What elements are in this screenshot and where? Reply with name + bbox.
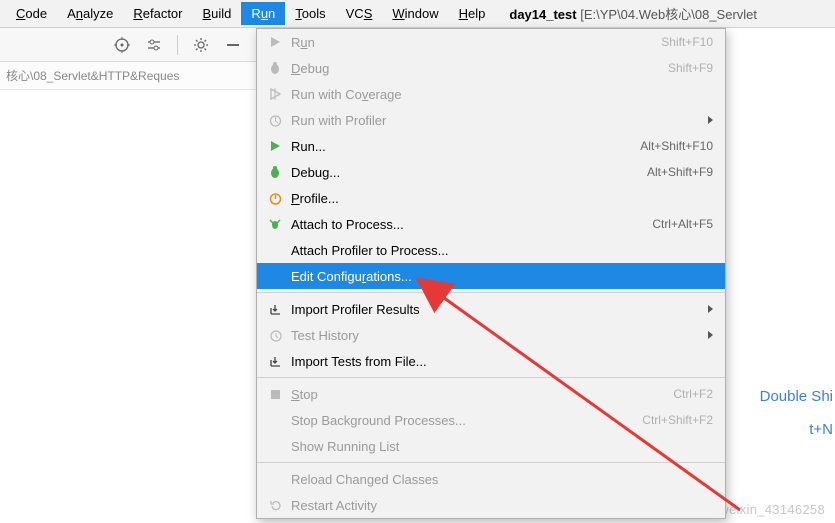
menu-build[interactable]: Build (193, 2, 242, 25)
menu-separator (257, 292, 725, 293)
profiler-icon (265, 112, 285, 128)
target-icon[interactable] (109, 33, 135, 57)
menu-attach-process[interactable]: Attach to Process... Ctrl+Alt+F5 (257, 211, 725, 237)
attach-icon (265, 216, 285, 232)
menu-stop-bg[interactable]: Stop Background Processes... Ctrl+Shift+… (257, 407, 725, 433)
chevron-right-icon (708, 305, 713, 313)
menu-run[interactable]: Run (241, 2, 285, 25)
coverage-icon (265, 86, 285, 102)
hint-shortcut: t+N (760, 413, 833, 446)
bug-icon (265, 60, 285, 76)
profile-icon (265, 190, 285, 206)
menu-refactor[interactable]: Refactor (123, 2, 192, 25)
restart-icon (265, 497, 285, 513)
import-icon (265, 353, 285, 369)
stop-icon (265, 386, 285, 402)
menu-run-profiler[interactable]: Run with Profiler (257, 107, 725, 133)
menu-attach-profiler[interactable]: Attach Profiler to Process... (257, 237, 725, 263)
menu-analyze[interactable]: Analyze (57, 2, 123, 25)
run-menu-dropdown: Run Shift+F10 Debug Shift+F9 Run with Co… (256, 28, 726, 519)
menu-profile[interactable]: Profile... (257, 185, 725, 211)
menu-test-history[interactable]: Test History (257, 322, 725, 348)
menu-debug-last[interactable]: Debug Shift+F9 (257, 55, 725, 81)
history-icon (265, 327, 285, 343)
menu-help[interactable]: Help (449, 2, 496, 25)
hint-double-shift: Double Shi (760, 380, 833, 413)
play-icon (265, 34, 285, 50)
settings-toggle-icon[interactable] (141, 33, 167, 57)
menu-restart-activity[interactable]: Restart Activity (257, 492, 725, 518)
collapse-icon[interactable] (220, 33, 246, 57)
menu-edit-configurations[interactable]: Edit Configurations... (257, 263, 725, 289)
play-green-icon (265, 138, 285, 154)
menu-separator (257, 462, 725, 463)
chevron-right-icon (708, 331, 713, 339)
menu-code[interactable]: Code (6, 2, 57, 25)
bug-green-icon (265, 164, 285, 180)
menubar: Code Analyze Refactor Build Run Tools VC… (0, 0, 835, 28)
search-hints: Double Shi t+N (760, 380, 835, 446)
chevron-right-icon (708, 116, 713, 124)
project-title: day14_test [E:\YP\04.Web核心\08_Servlet (509, 4, 757, 23)
menu-stop[interactable]: Stop Ctrl+F2 (257, 381, 725, 407)
menu-run-config[interactable]: Run... Alt+Shift+F10 (257, 133, 725, 159)
import-icon (265, 301, 285, 317)
breadcrumb: 核心\08_Servlet&HTTP&Reques (0, 62, 256, 90)
menu-reload-classes[interactable]: Reload Changed Classes (257, 466, 725, 492)
gear-icon[interactable] (188, 33, 214, 57)
toolbar (0, 28, 256, 62)
menu-vcs[interactable]: VCS (336, 2, 383, 25)
menu-show-running[interactable]: Show Running List (257, 433, 725, 459)
menu-run-last[interactable]: Run Shift+F10 (257, 29, 725, 55)
menu-run-coverage[interactable]: Run with Coverage (257, 81, 725, 107)
menu-debug-config[interactable]: Debug... Alt+Shift+F9 (257, 159, 725, 185)
breadcrumb-text: 核心\08_Servlet&HTTP&Reques (6, 67, 179, 84)
menu-window[interactable]: Window (382, 2, 448, 25)
menu-separator (257, 377, 725, 378)
menu-tools[interactable]: Tools (285, 2, 335, 25)
menu-import-profiler-results[interactable]: Import Profiler Results (257, 296, 725, 322)
toolbar-separator (177, 35, 178, 55)
menu-import-tests[interactable]: Import Tests from File... (257, 348, 725, 374)
